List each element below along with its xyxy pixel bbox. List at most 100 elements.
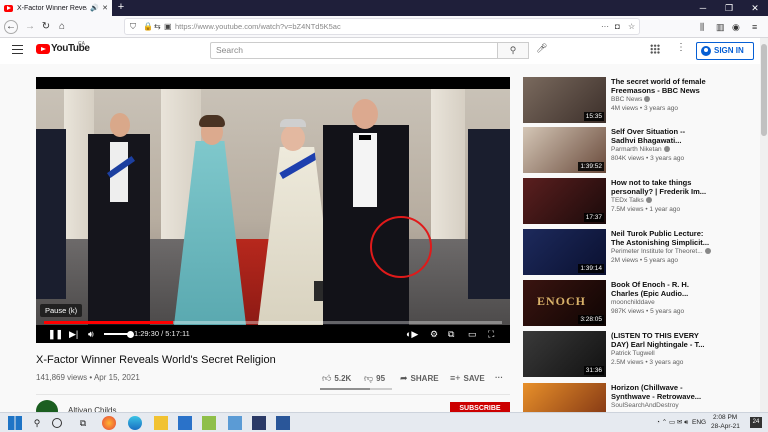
channel-label: TEDx Talks (611, 197, 644, 204)
miniplayer-icon[interactable]: ⧉ (448, 327, 454, 341)
apps-grid-icon[interactable] (650, 44, 660, 54)
save-button[interactable]: ≡+ SAVE (450, 373, 485, 383)
search-input[interactable]: Search (210, 42, 498, 59)
forward-arrow-icon[interactable]: → (22, 19, 38, 35)
next-icon[interactable]: ▶| (69, 327, 78, 341)
related-channel-name[interactable]: TEDx Talks (611, 197, 751, 204)
related-video-meta: 2M views • 5 years ago (611, 257, 678, 264)
menu-icon[interactable]: ≡ (752, 19, 757, 35)
camera-icon[interactable]: ▣ (164, 19, 172, 34)
file-explorer-icon[interactable] (154, 416, 168, 430)
settings-gear-icon[interactable]: ⚙ (430, 327, 438, 341)
lock-icon[interactable]: 🔒 (143, 19, 153, 34)
volume-icon[interactable]: 🔊︎ (88, 327, 94, 341)
search-icon[interactable]: ⚲ (30, 416, 44, 430)
video-frame (36, 89, 510, 325)
hamburger-menu-icon[interactable] (12, 45, 23, 54)
word-icon[interactable] (276, 416, 290, 430)
pocket-icon[interactable]: ◘ (615, 19, 620, 34)
related-channel-name[interactable]: SoulSearchAndDestroy (611, 402, 751, 409)
related-video-item[interactable]: 1:39:52 Self Over Situation -- Sadhvi Bha… (523, 127, 758, 175)
video-player[interactable]: Pause (k) ❚❚ ▶| 🔊︎ 1:29:30 / 5:17:11 ◐▶ … (36, 77, 510, 343)
app-icon[interactable] (202, 416, 216, 430)
pause-icon[interactable]: ❚❚ (48, 327, 63, 341)
related-video-title[interactable]: Self Over Situation -- Sadhvi Bhagawati.… (611, 127, 711, 145)
related-video-title[interactable]: Neil Turok Public Lecture: The Astonishi… (611, 229, 711, 247)
scrollbar-thumb[interactable] (761, 44, 767, 136)
video-thumbnail[interactable]: 1:39:14 (523, 229, 606, 275)
maximize-icon[interactable]: ❐ (716, 0, 742, 16)
page-scrollbar[interactable] (760, 38, 768, 412)
cortana-icon[interactable] (52, 418, 62, 428)
related-video-title[interactable]: Book Of Enoch - R. H. Charles (Epic Audi… (611, 280, 711, 298)
related-video-title[interactable]: How not to take things personally? | Fre… (611, 178, 711, 196)
related-video-item[interactable]: 15:35 The secret world of female Freemaso… (523, 77, 758, 125)
outlook-icon[interactable] (178, 416, 192, 430)
reload-icon[interactable]: ↻ (38, 19, 54, 35)
more-actions-icon[interactable]: ··· (495, 373, 503, 382)
search-button[interactable]: ⚲ (497, 42, 529, 59)
microphone-icon[interactable]: 🎤︎ (536, 43, 547, 54)
related-video-item[interactable]: 1:39:14 Neil Turok Public Lecture: The As… (523, 229, 758, 277)
related-channel-name[interactable]: Parmarth Niketan (611, 146, 751, 153)
system-tray-icons[interactable]: ◔ ⌃ ▭ ✉ 🔊︎ (656, 418, 688, 427)
related-video-item[interactable]: 17:37 How not to take things personally? … (523, 178, 758, 226)
notification-badge[interactable]: 24 (750, 417, 762, 428)
permissions-icon[interactable]: ⇆ (154, 19, 161, 34)
fullscreen-icon[interactable]: ⛶ (488, 327, 494, 341)
related-video-meta: 2.5M views • 3 years ago (611, 359, 684, 366)
related-video-item[interactable]: ENOCH 3:28:05 Book Of Enoch - R. H. Charle… (523, 280, 758, 328)
progress-bar[interactable] (44, 321, 502, 324)
progress-fill (44, 321, 174, 324)
firefox-icon[interactable] (102, 416, 116, 430)
theater-mode-icon[interactable]: ▭ (468, 327, 477, 341)
like-ratio-fill (320, 388, 371, 390)
related-video-title[interactable]: The secret world of female Freemasons - … (611, 77, 711, 95)
like-button[interactable]: 👍︎ 5.2K (322, 373, 351, 384)
speaker-icon[interactable]: 🔊 (90, 4, 99, 12)
related-video-item[interactable]: 31:36 (LISTEN TO THIS EVERY DAY) Earl Nig… (523, 331, 758, 379)
related-channel-name[interactable]: moonchilddave (611, 299, 751, 306)
task-view-icon[interactable]: ⧉ (76, 416, 90, 430)
video-thumbnail[interactable]: 17:37 (523, 178, 606, 224)
edge-icon[interactable] (128, 416, 142, 430)
related-video-title[interactable]: Horizon (Chillwave - Synthwave - Retrowa… (611, 383, 711, 401)
dislike-button[interactable]: 👎︎ 95 (364, 373, 385, 384)
volume-knob[interactable] (127, 330, 134, 338)
app-icon[interactable] (228, 416, 242, 430)
shield-icon[interactable]: ⛉ (130, 19, 136, 34)
new-tab-button[interactable]: + (115, 0, 127, 16)
video-thumbnail[interactable]: 1:39:52 (523, 127, 606, 173)
sidebar-icon[interactable]: ▥ (716, 19, 725, 35)
address-bar[interactable]: ⛉ 🔒 ⇆ ▣ https://www.youtube.com/watch?v=… (124, 18, 640, 35)
library-icon[interactable]: ⫼ (700, 19, 704, 35)
video-thumbnail[interactable]: ENOCH 3:28:05 (523, 280, 606, 326)
share-button[interactable]: ➦ SHARE (400, 373, 439, 384)
clock-date[interactable]: 28-Apr-21 (711, 423, 740, 430)
close-window-icon[interactable]: ✕ (742, 0, 768, 16)
home-icon[interactable]: ⌂ (54, 19, 70, 35)
player-controls: ❚❚ ▶| 🔊︎ 1:29:30 / 5:17:11 ◐▶ ⚙ ⧉ ▭ ⛶ (36, 325, 510, 343)
windows-start-icon[interactable] (8, 416, 22, 430)
minimize-icon[interactable]: ─ (690, 0, 716, 16)
app-icon[interactable] (252, 416, 266, 430)
account-icon[interactable]: ◉ (732, 19, 740, 35)
hair (199, 115, 225, 127)
autoplay-toggle-icon[interactable]: ◐▶ (406, 327, 418, 341)
page-actions-icon[interactable]: ··· (601, 19, 609, 34)
clock-time[interactable]: 2:08 PM (713, 414, 737, 421)
language-indicator[interactable]: ENG (692, 419, 706, 426)
video-thumbnail[interactable]: 15:35 (523, 77, 606, 123)
related-channel-name[interactable]: Patrick Tugwell (611, 350, 751, 357)
related-channel-name[interactable]: BBC News (611, 96, 751, 103)
related-channel-name[interactable]: Perimeter Institute for Theoret... (611, 248, 751, 255)
back-arrow-icon[interactable]: ← (4, 20, 18, 34)
youtube-logo-icon[interactable] (36, 44, 50, 54)
related-video-title[interactable]: (LISTEN TO THIS EVERY DAY) Earl Nighting… (611, 331, 711, 349)
video-thumbnail[interactable]: 31:36 (523, 331, 606, 377)
bookmark-star-icon[interactable]: ☆ (628, 19, 635, 34)
close-tab-icon[interactable]: ✕ (102, 4, 108, 12)
more-options-icon[interactable]: ⋮ (676, 42, 686, 53)
sign-in-button[interactable]: SIGN IN (696, 42, 754, 60)
browser-tab[interactable]: X-Factor Winner Reveals W 🔊 ✕ (0, 0, 112, 16)
